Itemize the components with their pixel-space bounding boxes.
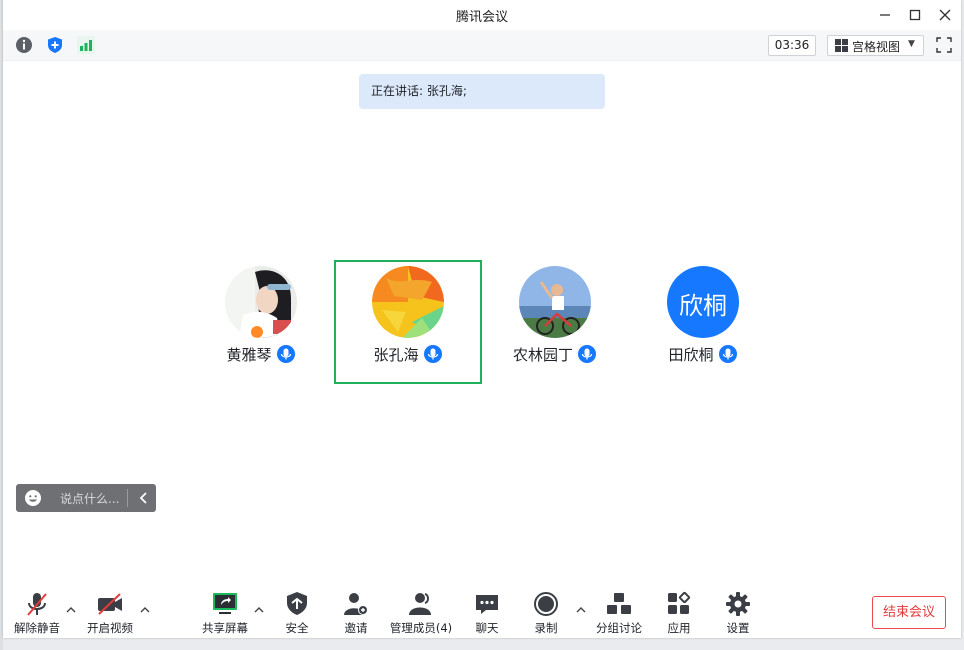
signal-icon	[77, 36, 95, 54]
speaking-banner: 正在讲话: 张孔海;	[359, 74, 605, 109]
participant-tile-active[interactable]: 张孔海	[334, 260, 482, 384]
chat-input-box[interactable]: 说点什么...	[16, 484, 156, 512]
security-status-button[interactable]	[45, 35, 65, 55]
avatar-photo	[225, 266, 297, 338]
shield-icon	[287, 592, 307, 615]
avatar	[225, 266, 297, 338]
view-mode-label: 宫格视图	[852, 40, 901, 54]
share-screen-label: 共享屏幕	[202, 621, 248, 635]
status-bar: 03:36 宫格视图 ▼	[3, 30, 961, 61]
minimize-button[interactable]	[875, 5, 895, 25]
participant-name: 张孔海	[336, 344, 480, 365]
meeting-window: 腾讯会议 03:36 宫格视图 ▼ 正在讲话: 张孔海; 黄雅琴 张孔海 农林园…	[3, 0, 961, 638]
info-button[interactable]	[14, 35, 34, 55]
chevron-left-icon[interactable]	[134, 488, 154, 508]
title-bar: 腾讯会议	[3, 0, 961, 30]
bottom-toolbar: 解除静音 开启视频 共享屏幕 安全 邀请 管理成员(4) 聊天 录制 分组讨论 …	[3, 582, 961, 638]
chat-icon	[476, 595, 498, 614]
add-user-icon	[344, 593, 368, 615]
avatar-photo	[519, 266, 591, 338]
participant-name: 黄雅琴	[187, 344, 335, 365]
chat-placeholder: 说点什么...	[60, 492, 120, 506]
chevron-up-icon[interactable]	[65, 604, 77, 616]
minimize-icon	[880, 14, 890, 16]
avatar	[372, 266, 444, 338]
start-video-label: 开启视频	[87, 621, 133, 635]
maximize-button[interactable]	[905, 5, 925, 25]
avatar-abstract	[372, 266, 444, 338]
window-title: 腾讯会议	[455, 10, 508, 25]
avatar	[519, 266, 591, 338]
unmute-label: 解除静音	[14, 621, 60, 635]
avatar: 欣桐	[667, 266, 739, 338]
participant-tile[interactable]: 农林园丁	[481, 260, 629, 384]
participant-name-text: 田欣桐	[668, 346, 714, 364]
view-mode-dropdown[interactable]: 宫格视图 ▼	[827, 35, 924, 56]
participant-name-text: 黄雅琴	[226, 346, 272, 364]
invite-button[interactable]: 邀请	[336, 582, 376, 638]
close-button[interactable]	[935, 5, 955, 25]
shield-icon	[48, 37, 62, 53]
breakout-icon	[607, 593, 631, 614]
emoji-icon[interactable]	[24, 489, 42, 507]
maximize-icon	[909, 9, 921, 21]
participant-name: 农林园丁	[481, 344, 629, 365]
grid-view-icon	[835, 39, 848, 52]
close-icon	[939, 9, 951, 21]
chevron-up-icon[interactable]	[575, 604, 587, 616]
mic-muted-icon	[27, 593, 47, 616]
record-icon	[534, 592, 558, 616]
participant-name-text: 张孔海	[373, 346, 419, 364]
share-screen-button[interactable]: 共享屏幕	[202, 582, 248, 638]
meeting-timer: 03:36	[768, 35, 816, 56]
mic-icon	[276, 345, 295, 363]
security-button[interactable]: 安全	[277, 582, 317, 638]
fullscreen-button[interactable]	[935, 36, 953, 58]
settings-button[interactable]: 设置	[718, 582, 758, 638]
participant-name: 田欣桐	[629, 344, 777, 365]
chat-button[interactable]: 聊天	[467, 582, 507, 638]
mic-icon	[423, 345, 442, 363]
mic-icon	[578, 345, 596, 363]
apps-button[interactable]: 应用	[659, 582, 699, 638]
start-video-button[interactable]: 开启视频	[87, 582, 133, 638]
gear-icon	[726, 592, 750, 616]
video-off-icon	[98, 593, 122, 615]
caret-down-icon: ▼	[908, 39, 915, 49]
apps-icon	[668, 591, 691, 614]
participant-tile[interactable]: 欣桐 田欣桐	[629, 260, 777, 384]
fullscreen-icon	[936, 37, 952, 53]
participant-name-text: 农林园丁	[512, 346, 573, 364]
settings-label: 设置	[726, 621, 750, 635]
info-icon	[16, 37, 32, 53]
participant-tile[interactable]: 黄雅琴	[187, 260, 335, 384]
end-meeting-button[interactable]: 结束会议	[872, 596, 946, 629]
avatar-initials: 欣桐	[679, 292, 727, 320]
chevron-up-icon[interactable]	[139, 604, 151, 616]
unmute-button[interactable]: 解除静音	[14, 582, 60, 638]
record-button[interactable]: 录制	[526, 582, 566, 638]
share-screen-icon	[213, 593, 237, 614]
chevron-up-icon[interactable]	[253, 604, 265, 616]
divider	[127, 489, 128, 507]
network-status-button[interactable]	[76, 35, 96, 55]
members-icon	[409, 593, 431, 615]
manage-members-button[interactable]: 管理成员(4)	[390, 582, 452, 638]
breakout-rooms-button[interactable]: 分组讨论	[596, 582, 642, 638]
mic-icon	[718, 345, 737, 363]
record-label: 录制	[534, 621, 558, 635]
